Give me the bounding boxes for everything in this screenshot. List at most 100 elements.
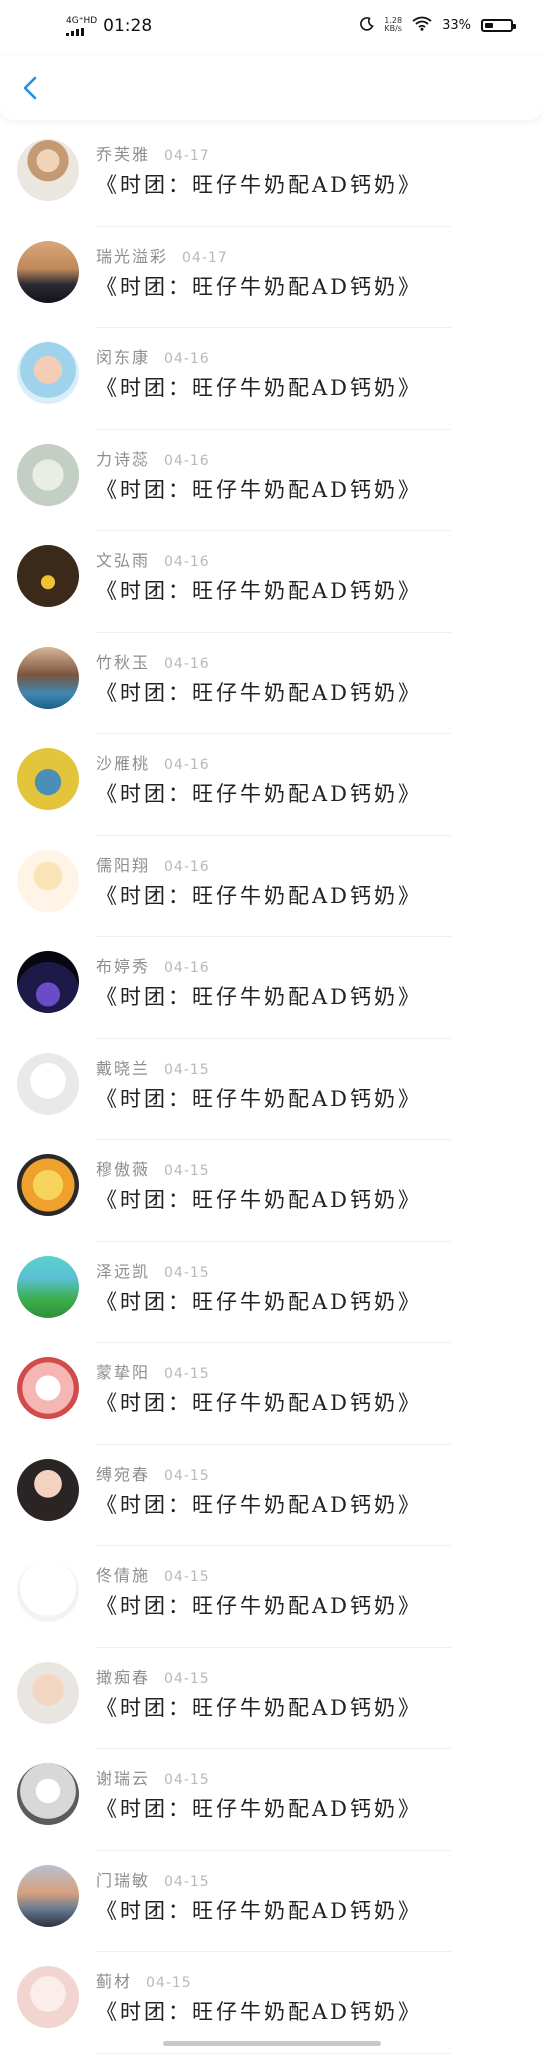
message-meta: 蓟材 04-15	[96, 1968, 192, 1992]
message-date: 04-15	[164, 1670, 210, 1687]
message-row[interactable]: 竹秋玉 04-16 《时团：旺仔牛奶配AD钙奶》	[0, 633, 543, 734]
message-date: 04-16	[164, 351, 210, 367]
message-content: 《时团：旺仔牛奶配AD钙奶》	[96, 1695, 423, 1720]
avatar[interactable]	[17, 443, 79, 506]
message-content: 《时团：旺仔牛奶配AD钙奶》	[96, 1289, 423, 1314]
message-date: 04-15	[164, 1264, 210, 1281]
avatar[interactable]	[17, 646, 79, 709]
message-row[interactable]: 缚宛春 04-15 《时团：旺仔牛奶配AD钙奶》	[0, 1445, 543, 1546]
message-date: 04-17	[182, 249, 228, 266]
avatar[interactable]	[17, 1357, 79, 1419]
message-content: 《时团：旺仔牛奶配AD钙奶》	[96, 782, 423, 806]
avatar[interactable]	[17, 1255, 79, 1318]
message-row[interactable]: 乔芙雅 04-17 《时团：旺仔牛奶配AD钙奶》	[0, 125, 543, 227]
avatar[interactable]	[17, 1864, 79, 1927]
message-meta: 蒙挚阳 04-15	[96, 1359, 210, 1383]
message-row[interactable]: 蒙挚阳 04-15 《时团：旺仔牛奶配AD钙奶》	[0, 1343, 543, 1445]
avatar[interactable]	[17, 748, 79, 810]
avatar[interactable]	[17, 1763, 79, 1825]
message-row[interactable]: 闵东康 04-16 《时团：旺仔牛奶配AD钙奶》	[0, 328, 543, 430]
message-row[interactable]: 力诗蕊 04-16 《时团：旺仔牛奶配AD钙奶》	[0, 430, 543, 531]
message-date: 04-16	[164, 554, 210, 570]
avatar[interactable]	[17, 951, 79, 1013]
sender-name: 竹秋玉	[96, 652, 151, 672]
message-row[interactable]: 文弘雨 04-16 《时团：旺仔牛奶配AD钙奶》	[0, 531, 543, 633]
avatar[interactable]	[17, 240, 79, 303]
message-content: 《时团：旺仔牛奶配AD钙奶》	[96, 477, 423, 502]
sender-name: 戴晓兰	[96, 1058, 151, 1078]
message-row[interactable]: 瑞光溢彩 04-17 《时团：旺仔牛奶配AD钙奶》	[0, 227, 543, 328]
avatar[interactable]	[17, 342, 79, 404]
message-meta: 文弘雨 04-16	[96, 547, 210, 571]
back-button[interactable]	[18, 74, 42, 102]
message-row[interactable]: 沙雁桃 04-16 《时团：旺仔牛奶配AD钙奶》	[0, 734, 543, 836]
status-right: 1.28 KB/s 33%	[360, 16, 516, 34]
network-speed: 1.28 KB/s	[384, 17, 402, 33]
message-list: 乔芙雅 04-17 《时团：旺仔牛奶配AD钙奶》 瑞光溢彩 04-17 《时团：旺仔牛奶配…	[0, 125, 543, 2054]
message-meta: 佟倩施 04-15	[96, 1562, 210, 1586]
network-indicator: 4G⁺HD	[66, 16, 97, 36]
nav-bar	[0, 56, 543, 120]
message-meta: 沙雁桃 04-16	[96, 750, 210, 774]
message-row[interactable]: 门瑞敏 04-15 《时团：旺仔牛奶配AD钙奶》	[0, 1851, 543, 1952]
sender-name: 闵东康	[96, 348, 151, 367]
message-row[interactable]: 穆傲薇 04-15 《时团：旺仔牛奶配AD钙奶》	[0, 1140, 543, 1242]
message-meta: 戴晓兰 04-15	[96, 1055, 210, 1079]
avatar[interactable]	[17, 849, 79, 912]
message-date: 04-15	[164, 1163, 210, 1179]
message-meta: 穆傲薇 04-15	[96, 1156, 210, 1180]
message-date: 04-16	[164, 655, 210, 672]
message-meta: 闵东康 04-16	[96, 344, 210, 368]
message-date: 04-15	[164, 1366, 210, 1382]
avatar[interactable]	[17, 1154, 79, 1216]
avatar[interactable]	[17, 1458, 79, 1521]
message-date: 04-15	[146, 1975, 192, 1991]
message-content: 《时团：旺仔牛奶配AD钙奶》	[96, 579, 423, 603]
sender-name: 瑞光溢彩	[96, 246, 169, 266]
message-content: 《时团：旺仔牛奶配AD钙奶》	[96, 985, 423, 1009]
message-row[interactable]: 戴晓兰 04-15 《时团：旺仔牛奶配AD钙奶》	[0, 1039, 543, 1140]
message-meta: 泽远凯 04-15	[96, 1258, 210, 1282]
avatar[interactable]	[17, 1052, 79, 1115]
sender-name: 蒙挚阳	[96, 1363, 151, 1382]
message-date: 04-15	[164, 1772, 210, 1788]
avatar[interactable]	[17, 1661, 79, 1724]
home-indicator[interactable]	[163, 2041, 381, 2046]
speed-unit: KB/s	[384, 24, 402, 33]
sender-name: 泽远凯	[96, 1261, 151, 1281]
message-content: 《时团：旺仔牛奶配AD钙奶》	[96, 1594, 423, 1618]
battery-level	[485, 22, 493, 28]
message-date: 04-15	[164, 1467, 210, 1484]
avatar[interactable]	[17, 139, 79, 201]
message-row[interactable]: 谢瑞云 04-15 《时团：旺仔牛奶配AD钙奶》	[0, 1749, 543, 1851]
message-row[interactable]: 布婷秀 04-16 《时团：旺仔牛奶配AD钙奶》	[0, 937, 543, 1039]
message-meta: 竹秋玉 04-16	[96, 649, 210, 673]
status-bar: 4G⁺HD 01:28 1.28 KB/s 33%	[0, 0, 543, 56]
message-row[interactable]: 撖痴春 04-15 《时团：旺仔牛奶配AD钙奶》	[0, 1648, 543, 1749]
message-meta: 撖痴春 04-15	[96, 1664, 210, 1688]
avatar[interactable]	[17, 1966, 79, 2028]
message-date: 04-16	[164, 960, 210, 976]
message-row[interactable]: 泽远凯 04-15 《时团：旺仔牛奶配AD钙奶》	[0, 1242, 543, 1343]
message-content: 《时团：旺仔牛奶配AD钙奶》	[96, 680, 423, 705]
message-meta: 谢瑞云 04-15	[96, 1765, 210, 1789]
avatar[interactable]	[17, 1560, 79, 1622]
message-row[interactable]: 蓟材 04-15 《时团：旺仔牛奶配AD钙奶》	[0, 1952, 543, 2054]
message-date: 04-16	[164, 858, 210, 875]
message-row[interactable]: 儒阳翔 04-16 《时团：旺仔牛奶配AD钙奶》	[0, 836, 543, 937]
sender-name: 撖痴春	[96, 1667, 151, 1687]
avatar[interactable]	[17, 545, 79, 607]
message-meta: 瑞光溢彩 04-17	[96, 243, 228, 267]
status-left: 4G⁺HD 01:28	[66, 16, 152, 36]
message-content: 《时团：旺仔牛奶配AD钙奶》	[96, 883, 423, 908]
sender-name: 沙雁桃	[96, 754, 151, 773]
sender-name: 乔芙雅	[96, 145, 151, 164]
sender-name: 佟倩施	[96, 1566, 151, 1585]
message-meta: 乔芙雅 04-17	[96, 141, 210, 165]
message-row[interactable]: 佟倩施 04-15 《时团：旺仔牛奶配AD钙奶》	[0, 1546, 543, 1648]
sender-name: 文弘雨	[96, 551, 151, 570]
message-content: 《时团：旺仔牛奶配AD钙奶》	[96, 274, 423, 299]
message-meta: 力诗蕊 04-16	[96, 446, 210, 470]
message-content: 《时团：旺仔牛奶配AD钙奶》	[96, 173, 423, 197]
message-content: 《时团：旺仔牛奶配AD钙奶》	[96, 2000, 423, 2024]
